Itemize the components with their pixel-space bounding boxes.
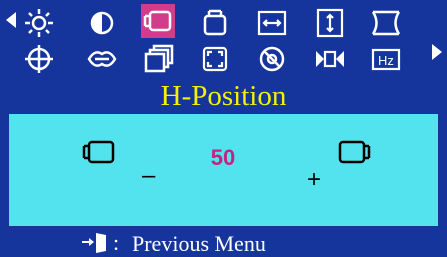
decrease-sign[interactable]: –: [142, 164, 155, 188]
hz-info-icon[interactable]: Hz: [369, 42, 403, 76]
contrast-icon[interactable]: [85, 6, 119, 40]
footer-colon: :: [113, 230, 120, 255]
scroll-left-arrow-icon[interactable]: [4, 10, 18, 30]
rotation-icon[interactable]: [22, 42, 56, 76]
menu-title: H-Position: [160, 80, 287, 112]
trapezoid-icon[interactable]: [85, 42, 119, 76]
increase-sign[interactable]: +: [307, 168, 321, 192]
pincushion-icon[interactable]: [369, 6, 403, 40]
v-size-icon[interactable]: [313, 6, 347, 40]
exit-door-icon[interactable]: [78, 231, 112, 253]
footer: : Previous Menu: [0, 229, 447, 257]
degauss-icon[interactable]: [255, 42, 289, 76]
h-size-icon[interactable]: [255, 6, 289, 40]
scroll-right-arrow-icon[interactable]: [430, 42, 444, 62]
brightness-icon[interactable]: [22, 6, 56, 40]
previous-menu-label[interactable]: Previous Menu: [132, 231, 266, 257]
zoom-icon[interactable]: [198, 42, 232, 76]
h-position-icon[interactable]: [141, 4, 175, 38]
h-position-right-icon[interactable]: [332, 136, 372, 170]
adjust-panel: – 50 +: [9, 114, 438, 226]
h-position-value: 50: [210, 145, 236, 170]
svg-text:Hz: Hz: [378, 53, 394, 68]
v-position-icon[interactable]: [198, 6, 232, 40]
h-position-left-icon[interactable]: [81, 136, 121, 170]
osd-icon-bar: Hz: [0, 0, 447, 84]
moire-icon[interactable]: [313, 42, 347, 76]
recall-icon[interactable]: [141, 42, 175, 76]
